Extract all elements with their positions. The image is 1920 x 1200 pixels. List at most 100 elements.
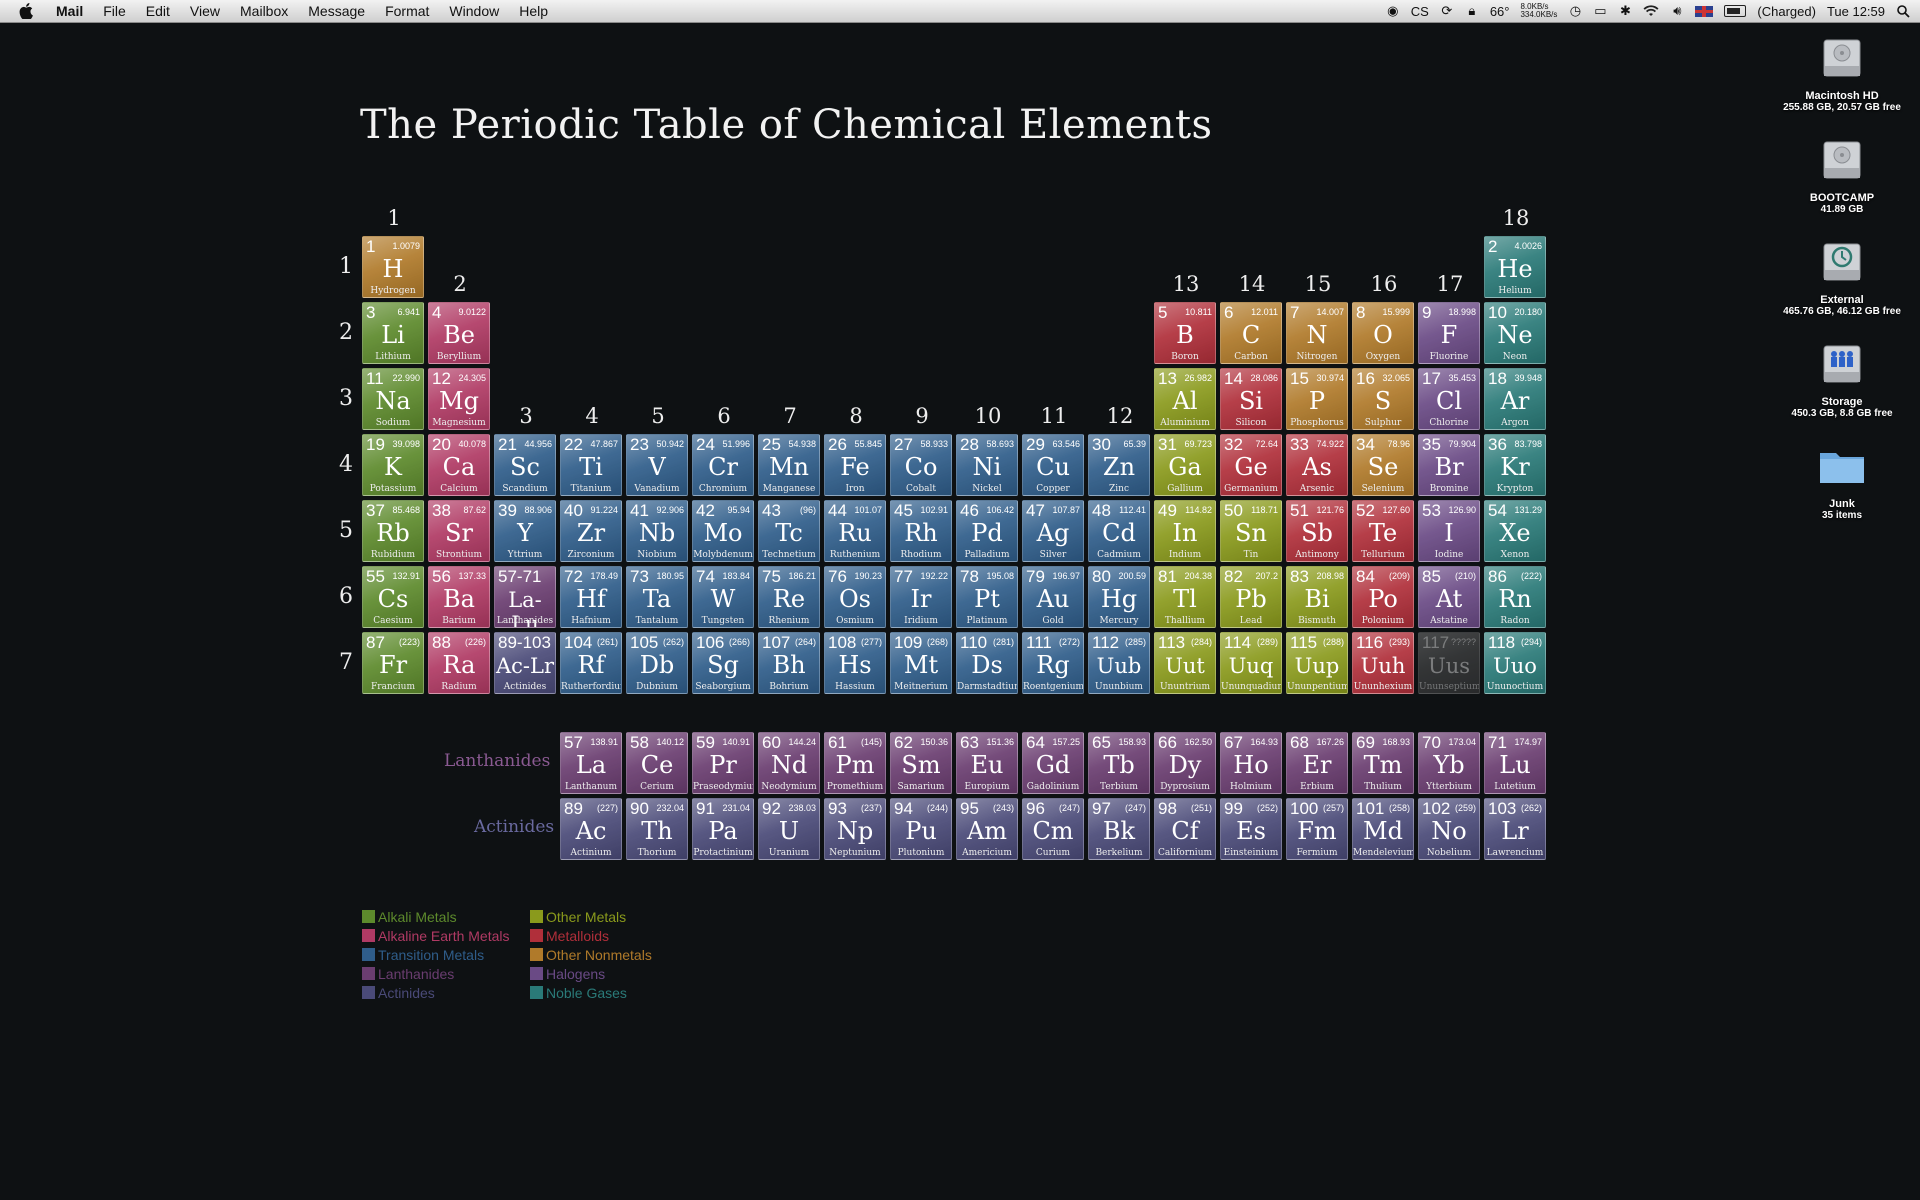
- element-number: 70: [1422, 733, 1441, 752]
- element-tile-sc: 21 44.956 Sc Scandium: [494, 434, 556, 496]
- element-mass: (268): [926, 637, 948, 647]
- element-mass: 12.011: [1251, 307, 1278, 317]
- element-name: Vanadium: [634, 484, 680, 494]
- clock[interactable]: Tue 12:59: [1827, 4, 1885, 19]
- element-symbol: Cr: [708, 453, 738, 481]
- desktop-icon-bootcamp[interactable]: BOOTCAMP 41.89 GB: [1782, 132, 1902, 215]
- desktop-icon-storage[interactable]: Storage 450.3 GB, 8.8 GB free: [1782, 336, 1902, 419]
- element-symbol: Li: [381, 321, 405, 349]
- monitor-app-icon[interactable]: ◉: [1386, 3, 1400, 19]
- element-tile-sg: 106 (266) Sg Seaborgium: [692, 632, 754, 694]
- element-mass: 118.71: [1251, 505, 1278, 515]
- display-icon[interactable]: ▭: [1593, 3, 1607, 19]
- element-number: 76: [828, 567, 847, 586]
- element-name: Lanthanides: [496, 616, 554, 626]
- wifi-icon[interactable]: [1643, 3, 1659, 19]
- battery-icon[interactable]: [1724, 5, 1747, 17]
- element-symbol: Re: [772, 585, 806, 613]
- menu-window[interactable]: Window: [439, 0, 509, 22]
- element-mass: 87.62: [463, 505, 486, 515]
- lock-icon[interactable]: 🔒︎: [1465, 3, 1479, 19]
- element-mass: (145): [860, 737, 882, 747]
- element-name: Plutonium: [897, 848, 945, 858]
- desktop-icon-macintosh-hd[interactable]: Macintosh HD 255.88 GB, 20.57 GB free: [1782, 30, 1902, 113]
- element-mass: 140.91: [722, 737, 750, 747]
- legend-label: Other Nonmetals: [546, 946, 652, 963]
- element-name: Rutherfordium: [561, 682, 622, 692]
- time-machine-icon[interactable]: ◷: [1568, 3, 1582, 19]
- element-symbol: Tb: [1103, 751, 1135, 779]
- sync-icon[interactable]: ⟳: [1440, 3, 1454, 19]
- element-tile-uuq: 114 (289) Uuq Ununquadium: [1220, 632, 1282, 694]
- volume-icon[interactable]: 🔊︎: [1670, 3, 1684, 19]
- menu-view[interactable]: View: [180, 0, 230, 22]
- element-number: 112: [1092, 633, 1120, 652]
- element-name: Samarium: [897, 782, 945, 792]
- element-name: Ununoctium: [1486, 682, 1544, 692]
- legend-label: Alkaline Earth Metals: [378, 927, 510, 944]
- element-number: 94: [894, 799, 913, 818]
- element-number: 37: [366, 501, 385, 520]
- spotlight-search-icon[interactable]: [1896, 3, 1910, 19]
- element-mass: 196.97: [1052, 571, 1080, 581]
- element-symbol: At: [1435, 585, 1463, 613]
- element-name: Ytterbium: [1426, 782, 1472, 792]
- legend-item: Halogens: [530, 964, 652, 983]
- element-name: Dubnium: [636, 682, 678, 692]
- element-mass: 50.942: [656, 439, 684, 449]
- element-symbol: Uus: [1428, 654, 1470, 678]
- menu-format[interactable]: Format: [375, 0, 439, 22]
- element-name: Yttrium: [507, 550, 543, 560]
- element-tile-eu: 63 151.36 Eu Europium: [956, 732, 1018, 794]
- input-source-flag-icon[interactable]: [1695, 5, 1714, 17]
- element-name: Mercury: [1099, 616, 1139, 626]
- menu-mailbox[interactable]: Mailbox: [230, 0, 298, 22]
- element-mass: (226): [464, 637, 486, 647]
- page-title: The Periodic Table of Chemical Elements: [360, 102, 1213, 148]
- menu-message[interactable]: Message: [298, 0, 375, 22]
- legend-label: Alkali Metals: [378, 908, 457, 925]
- cs-icon[interactable]: CS: [1411, 3, 1429, 19]
- element-symbol: Db: [639, 651, 675, 679]
- element-symbol: Ag: [1036, 519, 1070, 547]
- bluetooth-icon[interactable]: ✱: [1618, 3, 1632, 19]
- element-tile-uuo: 118 (294) Uuo Ununoctium: [1484, 632, 1546, 694]
- menu-help[interactable]: Help: [509, 0, 558, 22]
- element-name: Curium: [1035, 848, 1071, 858]
- element-symbol: Am: [966, 817, 1008, 845]
- element-tile-he: 2 4.0026 He Helium: [1484, 236, 1546, 298]
- element-name: Ununpentium: [1287, 682, 1348, 692]
- element-mass: 131.29: [1514, 505, 1542, 515]
- element-tile-la: 57 138.91 La Lanthanum: [560, 732, 622, 794]
- element-number: 35: [1422, 435, 1441, 454]
- element-name: Chromium: [698, 484, 748, 494]
- legend-label: Lanthanides: [378, 965, 455, 982]
- element-number: 52: [1356, 501, 1375, 520]
- menu-file[interactable]: File: [93, 0, 136, 22]
- desktop-icon-external[interactable]: External 465.76 GB, 46.12 GB free: [1782, 234, 1902, 317]
- element-name: Gadolinium: [1026, 782, 1080, 792]
- element-symbol: O: [1373, 321, 1393, 349]
- element-symbol: Ir: [910, 585, 932, 613]
- desktop-icon-junk[interactable]: Junk 35 items: [1782, 438, 1902, 521]
- element-tile-xe: 54 131.29 Xe Xenon: [1484, 500, 1546, 562]
- legend-label: Halogens: [546, 965, 606, 982]
- battery-status[interactable]: (Charged): [1757, 4, 1816, 19]
- network-speed[interactable]: 8.0KB/s 334.0KB/s: [1520, 3, 1557, 19]
- element-name: Protactinium: [693, 848, 753, 858]
- element-mass: 102.91: [920, 505, 948, 515]
- menu-edit[interactable]: Edit: [136, 0, 180, 22]
- element-name: Americium: [962, 848, 1012, 858]
- element-tile-db: 105 (262) Db Dubnium: [626, 632, 688, 694]
- desktop-icon-info: 450.3 GB, 8.8 GB free: [1791, 408, 1893, 419]
- element-number: 8: [1356, 303, 1366, 322]
- element-tile-uup: 115 (288) Uup Ununpentium: [1286, 632, 1348, 694]
- apple-menu-icon[interactable]: [16, 1, 36, 21]
- element-mass: 78.96: [1387, 439, 1410, 449]
- group-label-5: 5: [651, 404, 665, 428]
- element-number: 16: [1356, 369, 1375, 388]
- legend-swatch: [530, 967, 543, 980]
- element-number: 13: [1158, 369, 1177, 388]
- temperature-readout[interactable]: 66°: [1490, 4, 1510, 19]
- menu-app-mail[interactable]: Mail: [46, 0, 93, 22]
